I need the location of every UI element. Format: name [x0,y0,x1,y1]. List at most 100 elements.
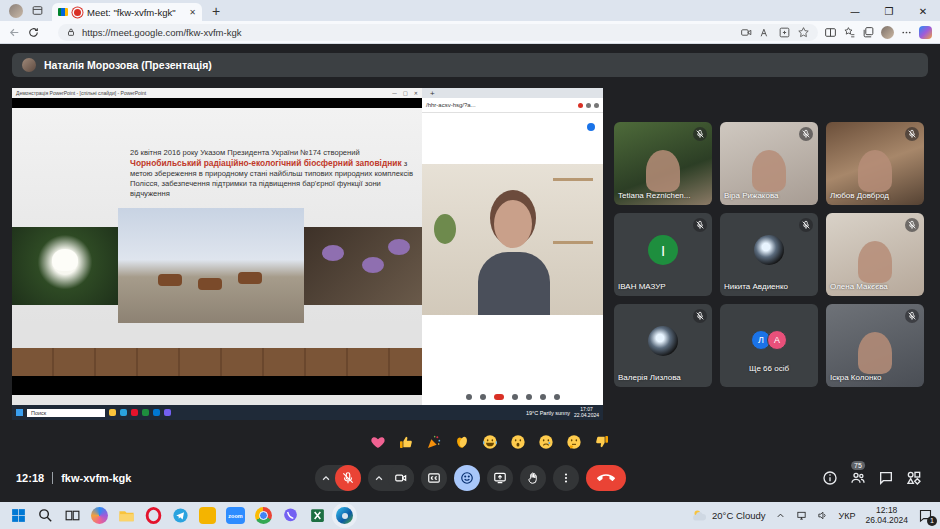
activities-icon[interactable] [906,470,922,486]
profile-icon[interactable] [9,4,23,18]
inner-browser-window: + /hhr-acsv-hsg/?a... [422,88,603,405]
participant-tile[interactable]: ІІВАН МАЗУР [614,213,712,296]
tab-actions-icon[interactable] [31,4,44,17]
surprised-reaction-icon[interactable] [507,431,529,453]
wood-floor [12,348,422,376]
window-control-button[interactable]: ✕ [906,6,940,21]
task-view-icon[interactable] [64,507,81,524]
chrome-icon[interactable] [255,507,272,524]
inner-url[interactable]: /hhr-acsv-hsg/?a... [426,102,575,108]
participant-tile[interactable]: Валерія Лизлова [614,304,712,387]
party-reaction-icon[interactable] [423,431,445,453]
copilot-app-icon[interactable] [91,507,108,524]
edge-icon[interactable] [336,507,353,524]
opera-icon[interactable] [145,507,162,524]
lock-icon[interactable] [66,27,76,37]
file-explorer-icon[interactable] [118,507,135,524]
language-indicator[interactable]: УКР [838,511,855,521]
new-tab-button[interactable]: + [202,3,230,21]
sad-reaction-icon[interactable] [535,431,557,453]
url-field[interactable]: https://meet.google.com/fkw-xvfm-kgk [58,24,818,41]
window-control-button[interactable]: □ [403,90,408,96]
clock[interactable]: 12:1826.04.2024 [865,506,908,526]
present-icon [493,471,507,485]
copilot-icon[interactable] [919,26,932,39]
participant-tile[interactable]: Іскра Колонко [826,304,924,387]
heart-reaction-icon[interactable] [367,431,389,453]
caret-up-icon[interactable] [319,471,333,485]
hand-button[interactable] [520,465,546,491]
more-button[interactable] [553,465,579,491]
window-control-button[interactable]: — [838,6,872,21]
joy-reaction-icon[interactable] [479,431,501,453]
window-control-button[interactable]: — [392,90,397,96]
start-icon[interactable] [16,409,23,416]
collections-icon[interactable] [862,26,875,39]
address-bar-row: https://meet.google.com/fkw-xvfm-kgk [0,21,940,44]
tab-close-button[interactable]: ✕ [189,8,196,17]
more-icon[interactable] [900,26,913,39]
zoom-app-icon[interactable]: zoom [226,507,245,524]
weather-text[interactable]: 20°C Cloudy [712,510,765,521]
window-control-button[interactable]: ✕ [414,90,418,96]
camera-button[interactable] [388,465,414,491]
participant-name: Никита Авдиенко [724,282,788,291]
control-icon[interactable] [512,394,518,400]
thumbs-up-reaction-icon[interactable] [395,431,417,453]
control-icon[interactable] [480,394,486,400]
volume-icon[interactable] [817,510,828,521]
people-button[interactable]: 75 [850,470,866,486]
app-icon[interactable] [199,507,216,524]
info-icon[interactable] [822,470,838,486]
end-call-icon[interactable] [494,394,504,400]
notification-count: 1 [927,516,937,526]
favorites-icon[interactable] [843,26,856,39]
participant-tile[interactable]: Віра Рижакова [720,122,818,205]
chevron-up-icon[interactable] [775,510,786,521]
caret-up-icon[interactable] [372,471,386,485]
participant-tile[interactable]: ЛАЩе 66 осіб [720,304,818,387]
camera-permission-icon[interactable] [740,26,753,39]
mic-control [315,465,361,491]
thinking-reaction-icon[interactable] [563,431,585,453]
control-icon[interactable] [540,394,546,400]
inner-clock[interactable]: 17:0722.04.2024 [574,407,599,418]
excel-icon[interactable] [309,507,326,524]
participant-tile[interactable]: Олена Макєєва [826,213,924,296]
url-text: https://meet.google.com/fkw-xvfm-kgk [82,27,241,38]
control-icon[interactable] [526,394,532,400]
viber-icon[interactable] [282,507,299,524]
read-aloud-icon[interactable] [759,26,772,39]
reactions-button[interactable] [454,465,480,491]
thumbs-down-reaction-icon[interactable] [591,431,613,453]
participant-tile[interactable]: Никита Авдиенко [720,213,818,296]
profile-avatar-icon[interactable] [881,26,894,39]
participant-name: Любов Довброд [830,191,889,200]
control-icon[interactable] [554,394,560,400]
search-icon[interactable] [37,507,54,524]
window-control-button[interactable]: ❐ [872,6,906,21]
control-icon[interactable] [466,394,472,400]
leave-button[interactable] [586,465,626,491]
mic-button[interactable] [335,465,361,491]
participant-tile[interactable]: Любов Довброд [826,122,924,205]
refresh-icon[interactable] [27,26,40,39]
app-available-icon[interactable] [778,26,791,39]
new-tab-button[interactable]: + [422,89,435,98]
notifications-button[interactable]: 1 [918,508,934,524]
participant-tile[interactable]: Tetiana Reznichen... [614,122,712,205]
back-arrow-icon[interactable] [8,26,21,39]
captions-button[interactable] [421,465,447,491]
favorite-star-icon[interactable] [797,26,810,39]
inner-search-box[interactable]: Поиск [27,409,105,417]
telegram-icon[interactable] [172,507,189,524]
present-button[interactable] [487,465,513,491]
clap-reaction-icon[interactable] [451,431,473,453]
network-icon[interactable] [796,510,807,521]
windows-start-icon[interactable] [10,507,27,524]
chat-icon[interactable] [878,470,894,486]
captions-icon [427,471,441,485]
inner-weather[interactable]: 19°C Partly sunny [526,410,570,416]
browser-tab[interactable]: Meet: "fkw-xvfm-kgk"✕ [52,3,202,21]
split-screen-icon[interactable] [824,26,837,39]
